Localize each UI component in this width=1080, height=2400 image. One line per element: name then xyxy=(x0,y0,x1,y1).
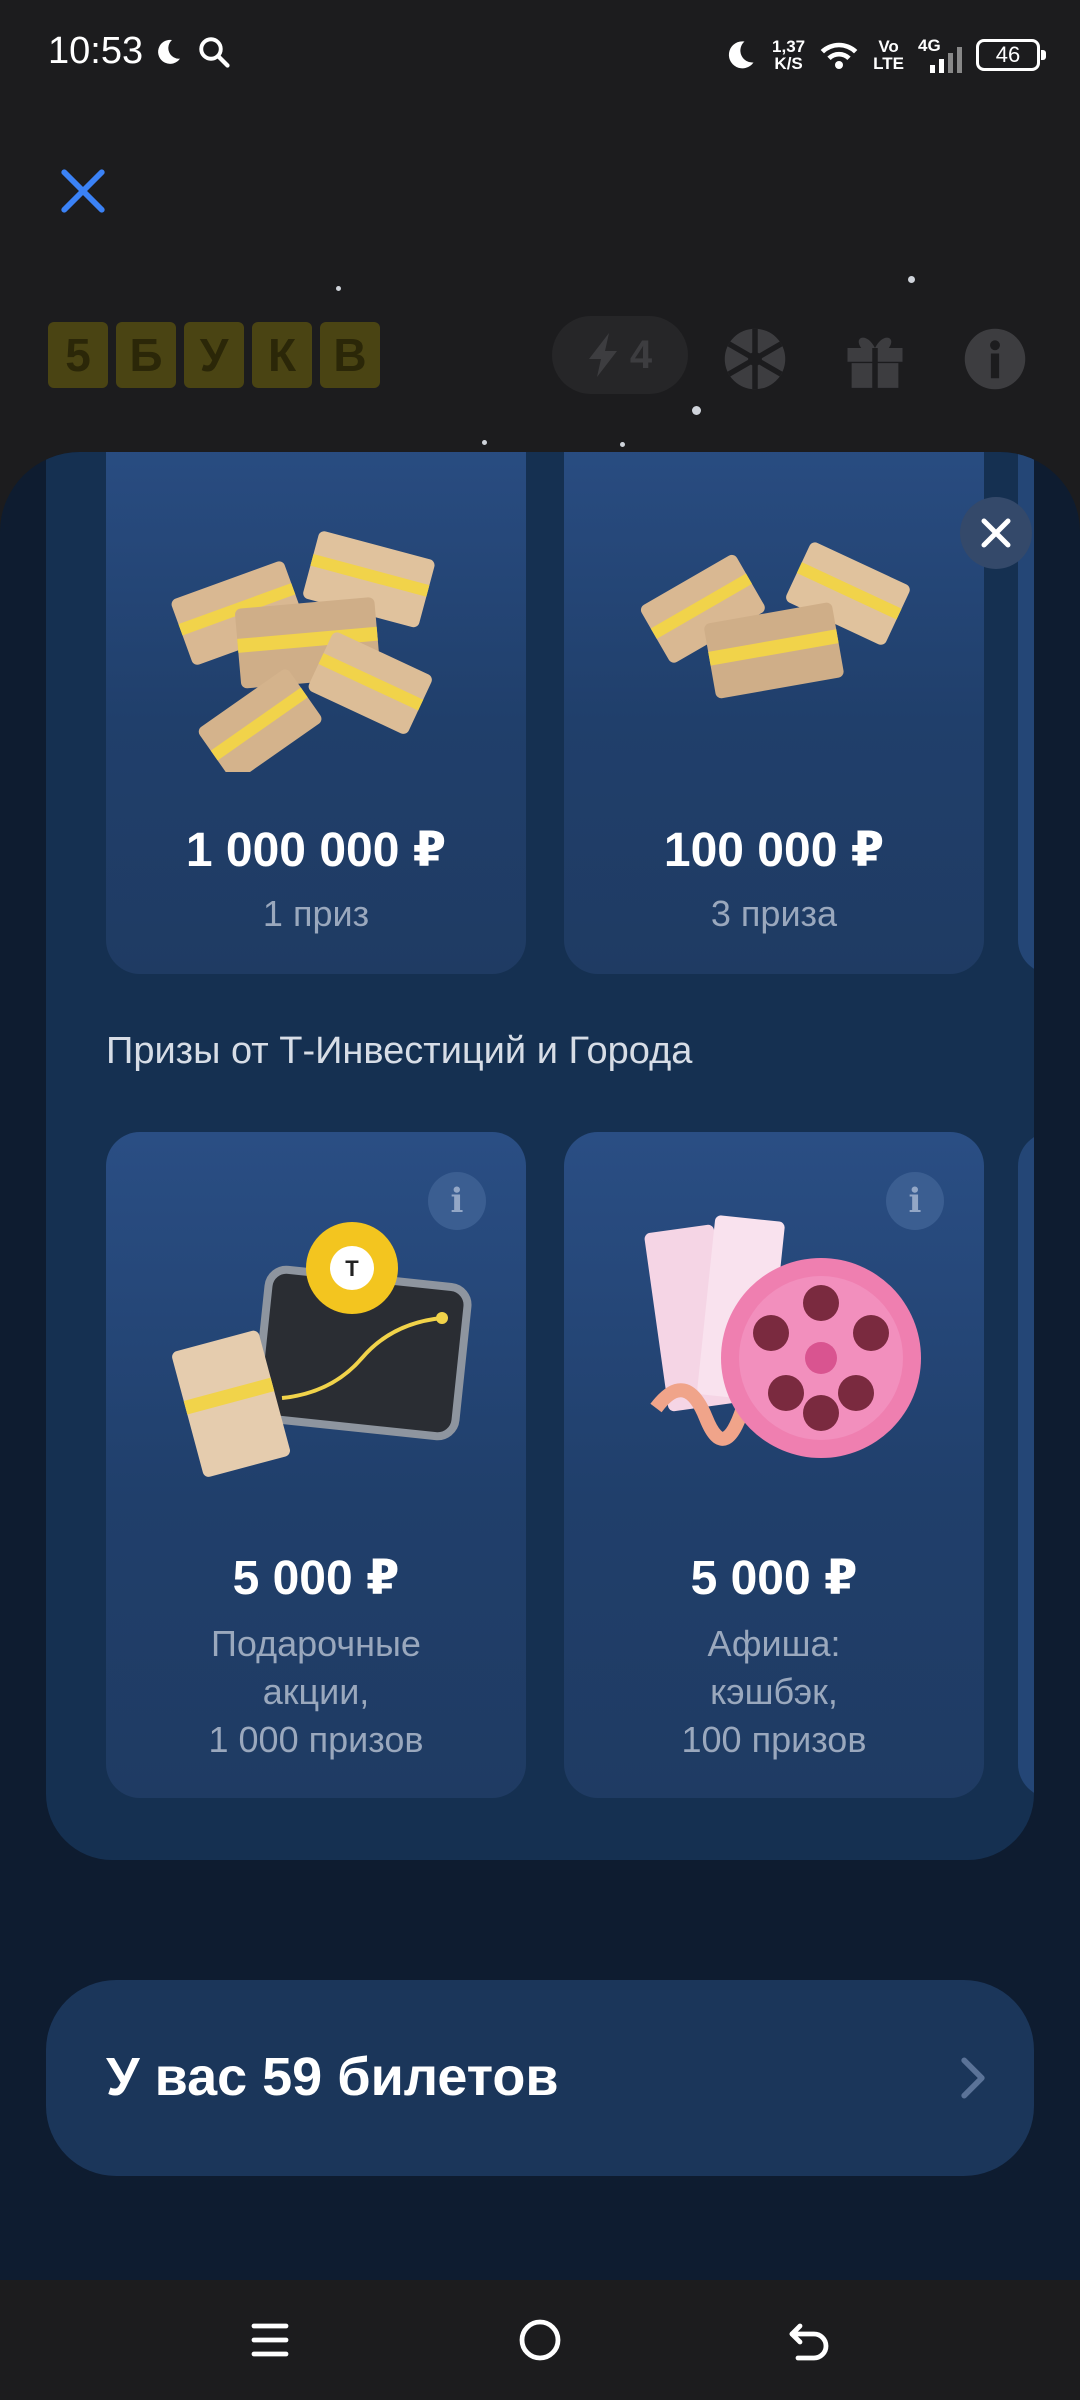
volte-indicator: Vo LTE xyxy=(873,38,904,72)
snow-dot xyxy=(336,286,341,291)
status-bar: 10:53 1,37 K/S Vo LTE 4G 46 xyxy=(0,0,1080,110)
game-logo: 5 Б У К В xyxy=(48,322,380,388)
prize-description-line: Афиша: xyxy=(707,1623,841,1664)
tickets-button[interactable]: У вас 59 билетов xyxy=(46,1980,1034,2176)
prize-amount: 1 000 000 ₽ xyxy=(185,824,447,877)
speed-value: 1,37 xyxy=(772,37,806,56)
prize-description-line: кэшбэк, xyxy=(710,1671,838,1712)
prizes-sheet: 1 000 000 ₽ 1 приз 100 000 ₽ 3 приза При… xyxy=(0,452,1080,2280)
shares-chart-icon: T xyxy=(172,1222,472,1477)
logo-letter: У xyxy=(184,322,244,388)
volte-bottom: LTE xyxy=(873,54,904,73)
prize-caption: 3 приза xyxy=(710,893,838,934)
home-icon[interactable] xyxy=(516,2316,564,2364)
money-stack-icon xyxy=(640,542,910,699)
tickets-label: У вас 59 билетов xyxy=(106,2047,559,2107)
partner-prize-card[interactable]: i T 5 000 ₽ Подарочные акции, 1 000 приз… xyxy=(106,1132,526,1798)
prize-card[interactable]: 1 000 000 ₽ 1 приз xyxy=(106,452,526,974)
wifi-icon xyxy=(820,42,858,69)
info-icon[interactable] xyxy=(962,326,1028,392)
snow-dot xyxy=(908,276,915,283)
menu-icon[interactable] xyxy=(246,2316,294,2364)
gift-icon[interactable] xyxy=(842,326,908,392)
chevron-right-icon xyxy=(961,2057,985,2099)
do-not-disturb-icon xyxy=(728,41,754,69)
prize-amount: 100 000 ₽ xyxy=(663,824,885,877)
status-indicators: 1,37 K/S Vo LTE 4G 46 xyxy=(722,28,1046,82)
snow-dot xyxy=(692,406,701,415)
logo-letter: Б xyxy=(116,322,176,388)
close-icon xyxy=(981,518,1011,548)
prize-description-line: акции, xyxy=(262,1671,370,1712)
system-nav-bar xyxy=(0,2280,1080,2400)
speed-unit: K/S xyxy=(774,54,803,73)
close-icon[interactable] xyxy=(58,166,108,216)
volte-top: Vo xyxy=(878,37,899,56)
prize-caption: 1 приз xyxy=(262,893,370,934)
signal-bars-icon xyxy=(930,47,962,73)
section-title: Призы от Т-Инвестиций и Города xyxy=(106,1030,693,1072)
sheet-close-button[interactable] xyxy=(960,497,1032,569)
snow-dot xyxy=(482,440,487,445)
energy-count: 4 xyxy=(629,332,653,377)
snow-dot xyxy=(620,442,625,447)
prize-amount: 5 000 ₽ xyxy=(690,1552,858,1605)
energy-button[interactable]: 4 xyxy=(552,316,688,394)
network-speed: 1,37 K/S xyxy=(772,38,805,72)
partner-prize-card[interactable]: i 5 000 ₽ Афиша: кэшбэк, 100 призов xyxy=(564,1132,984,1798)
back-icon[interactable] xyxy=(786,2316,834,2364)
partner-prize-card-next[interactable] xyxy=(1018,1132,1034,1798)
prize-description-line: 1 000 призов xyxy=(208,1719,424,1760)
logo-letter: 5 xyxy=(48,322,108,388)
prizes-panel: 1 000 000 ₽ 1 приз 100 000 ₽ 3 приза При… xyxy=(46,452,1034,1860)
prize-card[interactable]: 100 000 ₽ 3 приза xyxy=(564,452,984,974)
prize-description-line: Подарочные xyxy=(211,1623,421,1664)
money-stack-icon xyxy=(171,531,435,772)
wheel-icon[interactable] xyxy=(722,326,788,392)
search-icon xyxy=(199,37,230,68)
prize-amount: 5 000 ₽ xyxy=(232,1552,400,1605)
film-reel-icon xyxy=(644,1215,921,1458)
cell-signal: 4G xyxy=(918,37,962,73)
lightning-icon xyxy=(588,333,617,377)
status-time: 10:53 xyxy=(48,30,144,72)
battery-indicator: 46 xyxy=(976,39,1046,71)
svg-text:T: T xyxy=(345,1256,359,1281)
logo-letter: В xyxy=(320,322,380,388)
logo-letter: К xyxy=(252,322,312,388)
prize-description-line: 100 призов xyxy=(681,1719,867,1760)
moon-icon xyxy=(158,39,180,64)
